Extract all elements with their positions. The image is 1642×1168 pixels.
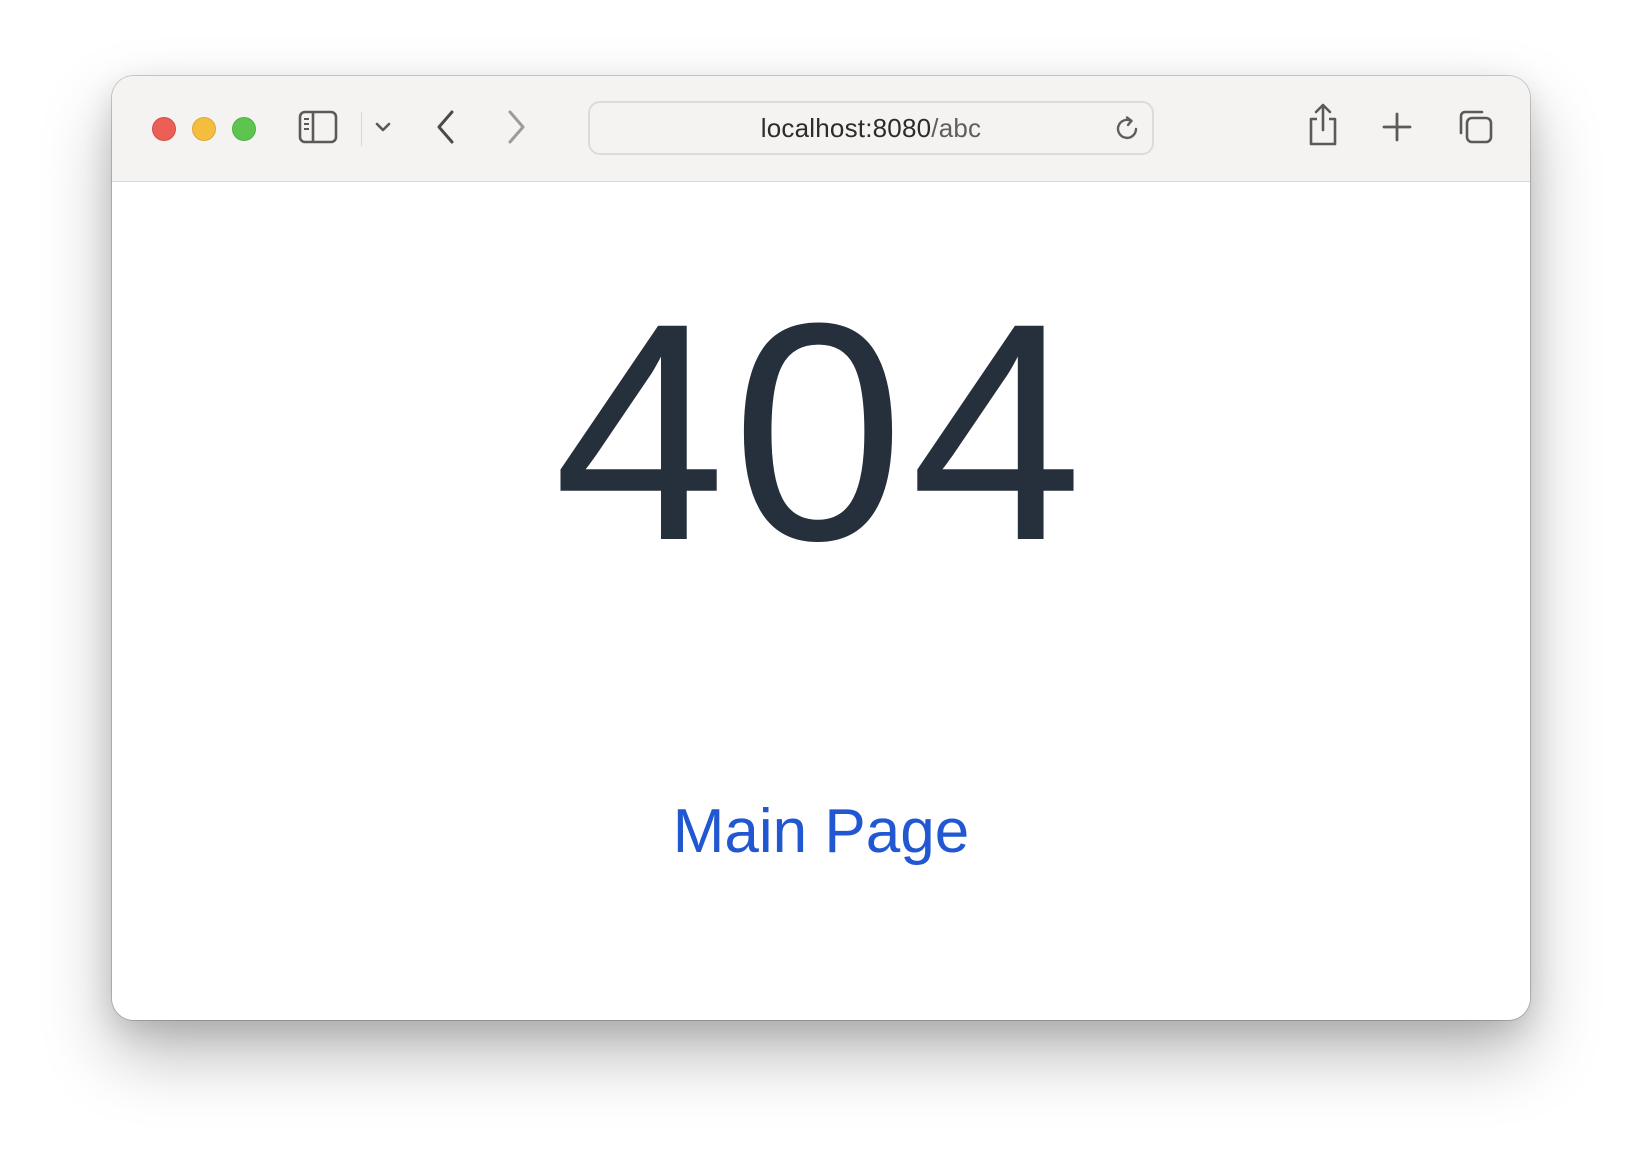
error-code-heading: 404 [553,258,1089,605]
address-bar[interactable]: localhost:8080/abc [588,101,1154,155]
chevron-right-icon[interactable] [504,108,528,146]
share-icon[interactable] [1306,102,1340,148]
close-window-button[interactable] [152,117,176,141]
chevron-down-icon[interactable] [374,120,392,134]
main-page-link[interactable]: Main Page [112,792,1530,872]
browser-window: localhost:8080/abc 404 Main Page [112,76,1530,1020]
reload-icon[interactable] [1114,115,1142,143]
tab-overview-icon[interactable] [1456,108,1494,146]
chevron-left-icon[interactable] [434,108,458,146]
browser-toolbar: localhost:8080/abc [112,76,1530,182]
plus-icon[interactable] [1382,112,1412,142]
toolbar-divider [361,112,362,146]
sidebar-icon[interactable] [298,110,338,144]
page-content: 404 Main Page [112,182,1530,1020]
url-text: localhost:8080/abc [760,113,982,143]
minimize-window-button[interactable] [192,117,216,141]
zoom-window-button[interactable] [232,117,256,141]
